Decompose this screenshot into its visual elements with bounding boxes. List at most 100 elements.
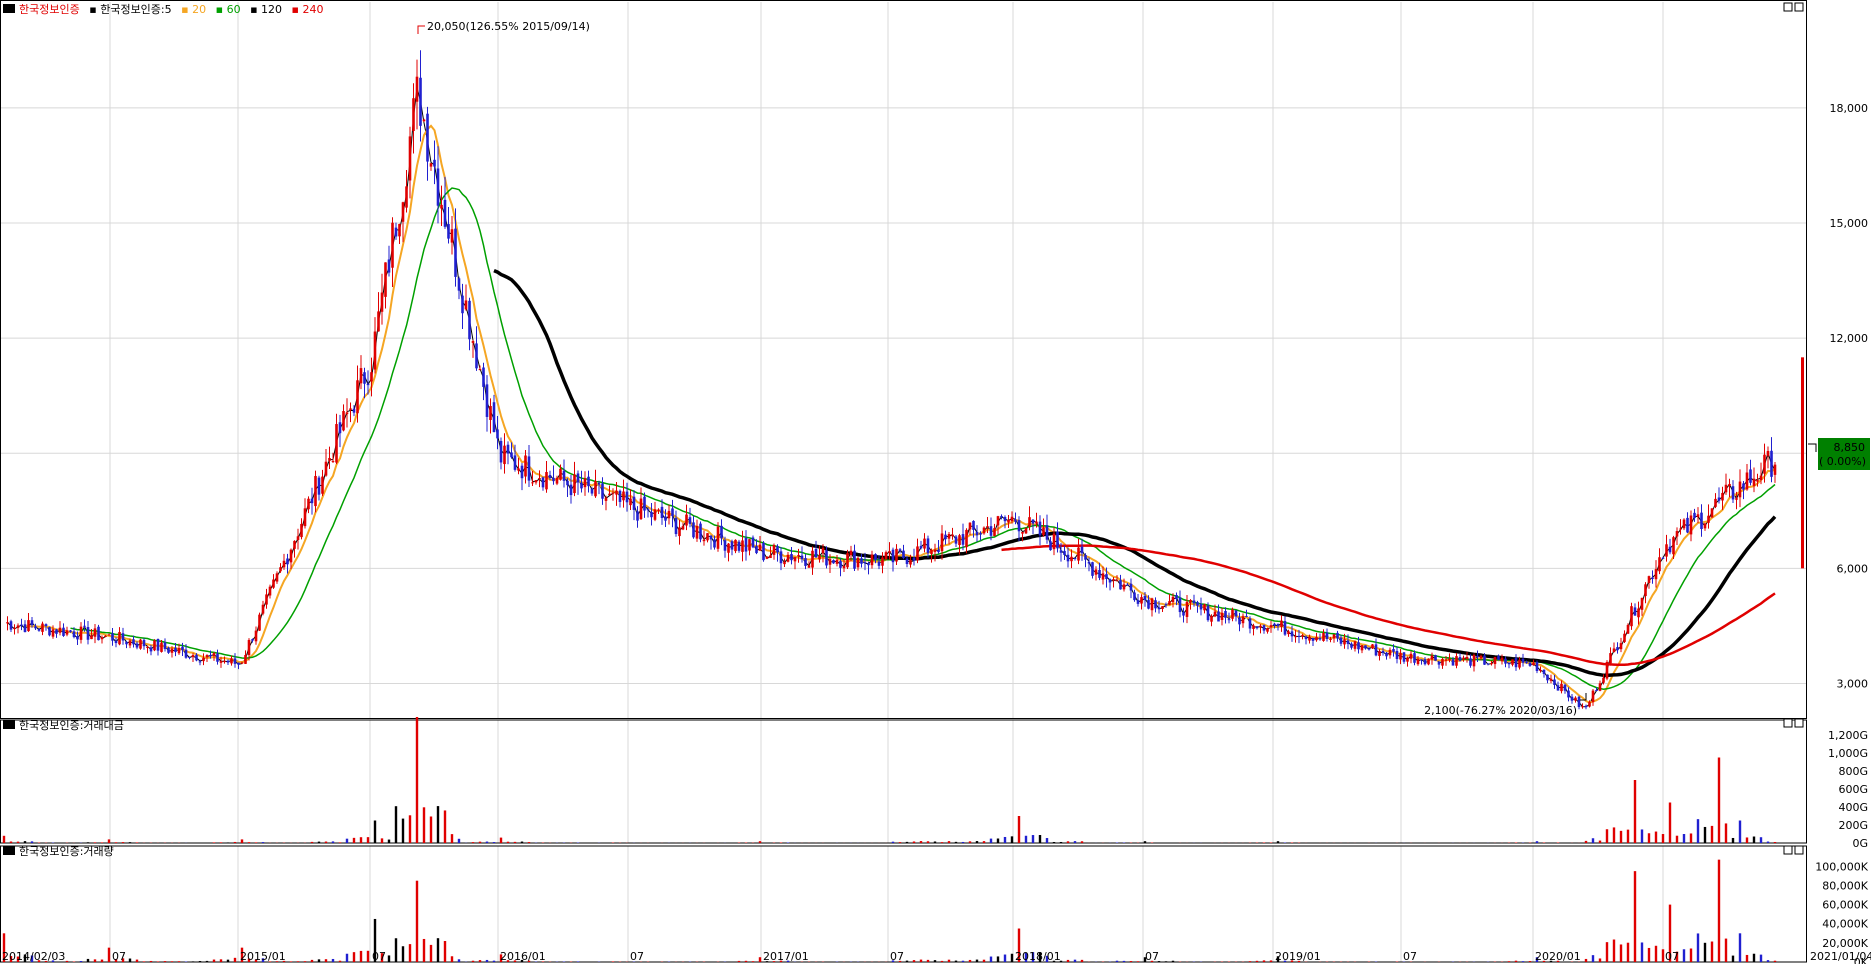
amount-bar: [415, 717, 419, 843]
candle-body: [1745, 472, 1749, 490]
candle-body: [352, 408, 356, 413]
candle-body: [678, 527, 681, 537]
volume-bar: [296, 961, 300, 962]
candle-body: [681, 526, 685, 530]
candle-body: [443, 199, 447, 227]
candle-body: [510, 452, 513, 458]
maximize-icon[interactable]: [1783, 845, 1793, 855]
amount-bar: [1066, 841, 1070, 843]
volume-bar: [926, 959, 930, 962]
maximize-icon[interactable]: [1783, 2, 1793, 12]
amount-panel-menu-icon[interactable]: [3, 720, 15, 729]
volume-panel-menu-icon[interactable]: [3, 846, 15, 855]
maximize-icon[interactable]: [1783, 718, 1793, 728]
candle-body: [566, 480, 569, 486]
candle-body: [814, 548, 818, 558]
amount-bar: [1080, 841, 1084, 843]
candle-body: [128, 640, 132, 646]
candle-body: [1325, 632, 1329, 639]
candle-body: [1721, 492, 1724, 501]
close-icon[interactable]: [1794, 845, 1804, 855]
amount-bar: [429, 816, 433, 843]
amount-bar: [1773, 841, 1777, 843]
candle-body: [104, 635, 107, 637]
candle-body: [1206, 605, 1210, 621]
volume-bar: [1122, 960, 1126, 962]
candle-body: [244, 654, 247, 664]
candle-body: [1318, 638, 1322, 640]
candle-body: [1553, 679, 1556, 685]
candle-body: [1707, 515, 1710, 523]
candle-body: [699, 523, 702, 540]
candle-body: [1185, 601, 1189, 617]
candle-body: [356, 380, 359, 414]
amount-bar: [1675, 835, 1679, 843]
panel-menu-icon[interactable]: [3, 4, 15, 13]
volume-bar: [331, 958, 335, 962]
amount-bar: [219, 842, 223, 843]
amount-bar: [506, 841, 510, 843]
candle-body: [1640, 597, 1644, 610]
candle-body: [1682, 519, 1686, 529]
candle-body: [27, 620, 30, 632]
candle-body: [1728, 483, 1731, 486]
stock-chart[interactable]: 3,0006,0009,00012,00015,00018,0002014/02…: [0, 0, 1871, 964]
x-tick-label: 07: [1665, 950, 1679, 963]
candle-body: [247, 639, 251, 656]
candle-body: [1665, 544, 1668, 557]
candle-body: [1052, 533, 1056, 550]
volume-bar: [1591, 955, 1595, 962]
candle-body: [37, 629, 41, 631]
amount-bar: [345, 838, 349, 843]
candle-body: [583, 478, 587, 488]
candle-body: [1381, 651, 1385, 653]
candle-body: [1469, 658, 1472, 666]
candle-body: [580, 482, 583, 489]
candle-body: [76, 636, 79, 640]
close-icon[interactable]: [1794, 718, 1804, 728]
volume-bar: [1633, 871, 1637, 962]
candle-body: [1525, 662, 1528, 664]
candle-body: [1563, 684, 1567, 691]
amount-bar: [1619, 830, 1623, 843]
candle-body: [863, 562, 867, 564]
candle-body: [727, 543, 730, 553]
candle-body: [1402, 652, 1406, 662]
candle-body: [940, 533, 944, 552]
volume-bar: [107, 947, 111, 962]
amount-bar: [30, 841, 34, 843]
candle-body: [881, 557, 884, 566]
candle-body: [1297, 635, 1301, 637]
candle-body: [1532, 662, 1535, 666]
amount-bar: [1612, 827, 1616, 843]
volume-bar: [1598, 958, 1602, 962]
candle-body: [1248, 618, 1252, 629]
close-icon[interactable]: [1794, 2, 1804, 12]
amount-bar: [1654, 831, 1658, 843]
volume-bar: [226, 959, 230, 962]
candle-body: [139, 639, 142, 649]
candle-body: [1255, 626, 1259, 629]
candle-body: [818, 555, 821, 560]
candle-body: [1217, 611, 1220, 622]
volume-bar: [968, 959, 972, 962]
candle-body: [58, 627, 62, 633]
candle-body: [849, 550, 853, 556]
candle-body: [1350, 643, 1353, 648]
candle-body: [1605, 661, 1609, 679]
candle-body: [1546, 674, 1549, 681]
volume-bar: [1703, 942, 1707, 962]
candle-body: [51, 629, 55, 637]
volume-bar: [1773, 960, 1777, 962]
candle-body: [982, 527, 986, 534]
x-tick-label: 07: [112, 950, 126, 963]
amount-bar: [982, 841, 986, 843]
volume-bar: [1661, 949, 1665, 962]
candle-body: [429, 163, 433, 167]
volume-bar: [485, 959, 489, 962]
amount-bar: [359, 837, 363, 843]
candle-body: [891, 549, 895, 563]
candle-body: [856, 557, 860, 568]
candle-body: [1003, 517, 1007, 522]
candle-body: [751, 537, 755, 548]
